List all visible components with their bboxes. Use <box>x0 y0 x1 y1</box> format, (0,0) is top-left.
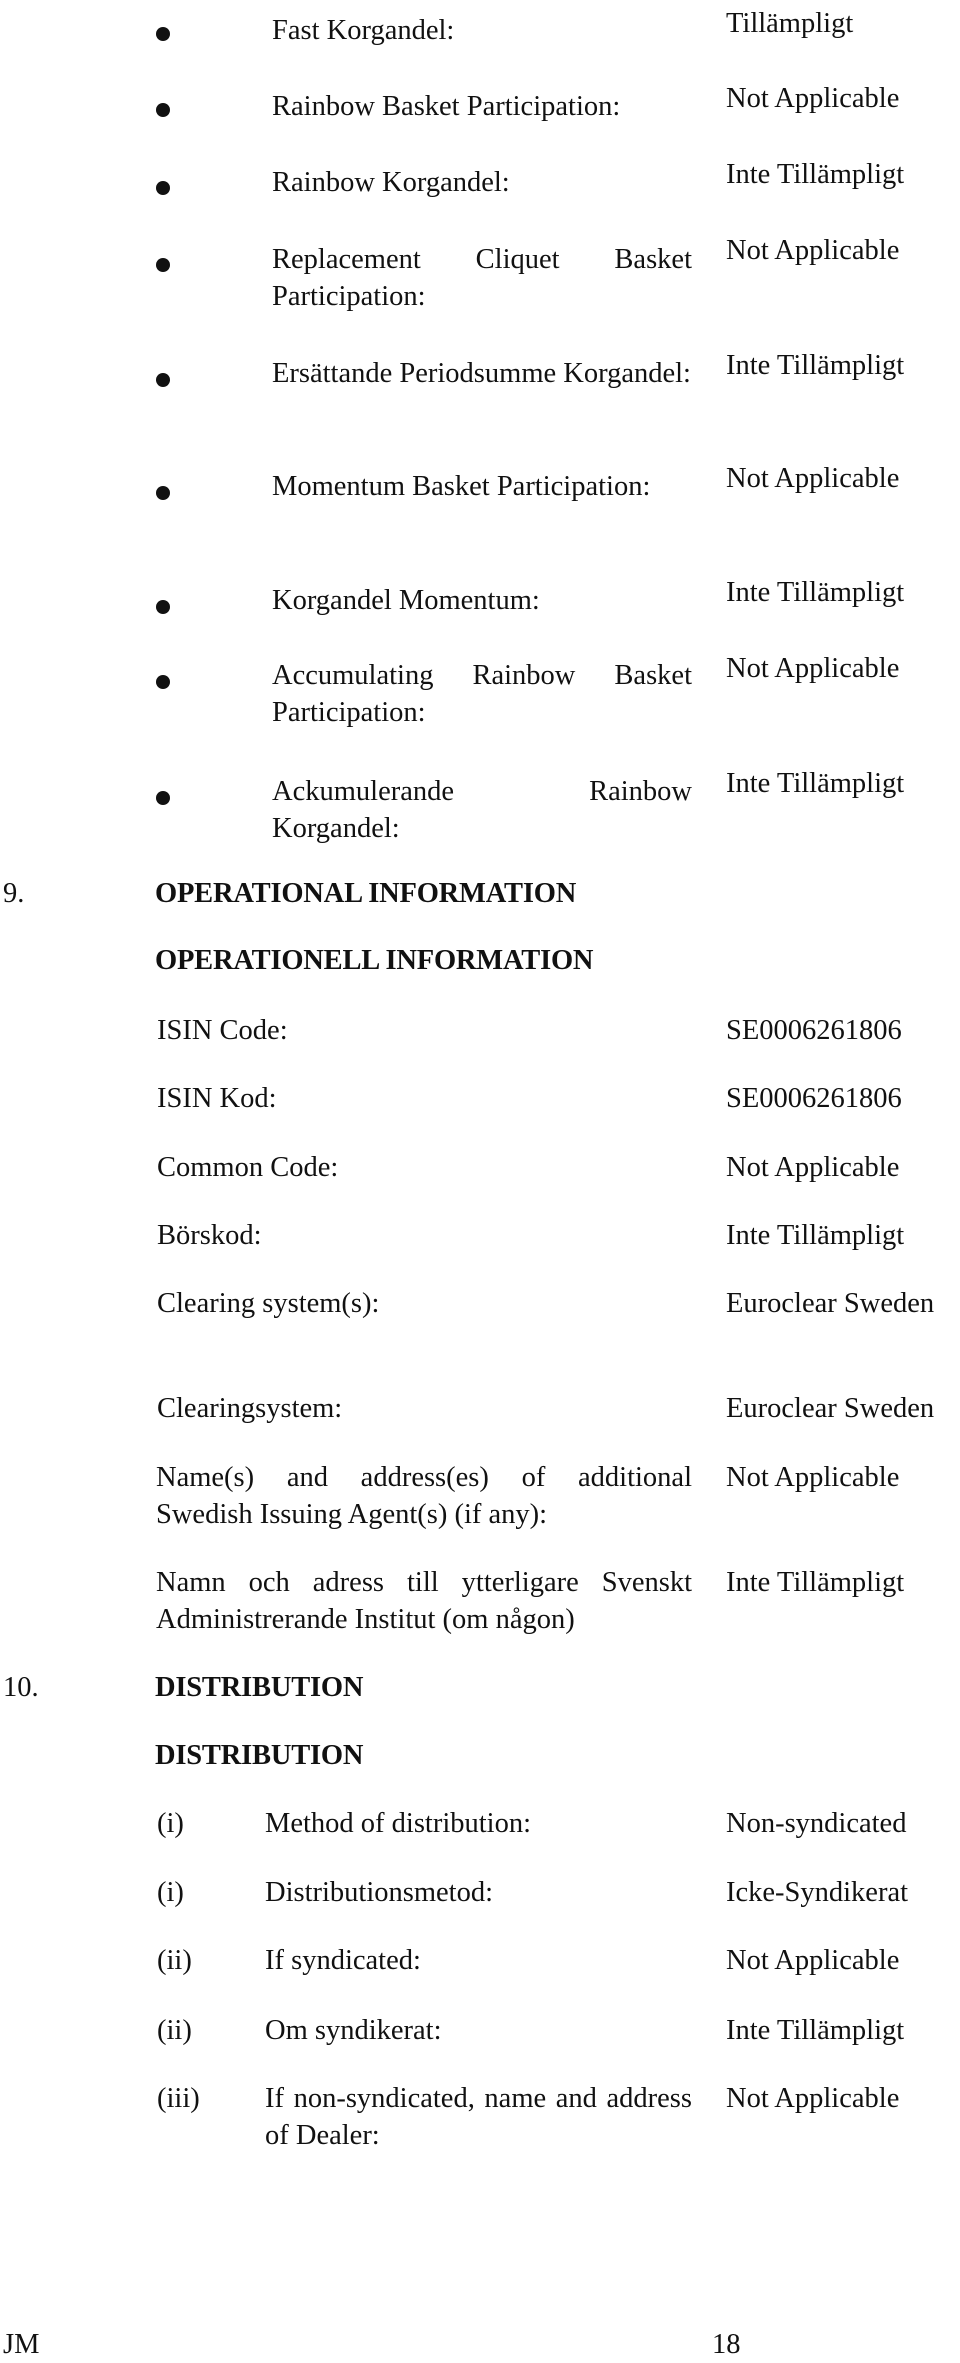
bullet-icon <box>156 791 170 805</box>
bullet-icon <box>156 27 170 41</box>
field-value: SE0006261806 <box>726 1083 902 1114</box>
field-value: Not Applicable <box>726 1152 900 1183</box>
bullet-icon <box>156 373 170 387</box>
item-marker: (ii) <box>157 2015 192 2046</box>
item-marker: (i) <box>157 1808 184 1839</box>
item-label: Ersättande Periodsumme Korgandel: <box>272 358 691 389</box>
field-value: Inte Tillämpligt <box>726 1567 905 1598</box>
field-label: Om syndikerat: <box>265 2015 442 2046</box>
field-value: Inte Tillämpligt <box>726 2015 905 2046</box>
item-label: Korgandel Momentum: <box>272 585 540 616</box>
field-value: SE0006261806 <box>726 1015 902 1046</box>
field-value: Non-syndicated <box>726 1808 907 1839</box>
bullet-icon <box>156 486 170 500</box>
item-marker: (ii) <box>157 1945 192 1976</box>
item-value: Inte Tillämpligt <box>726 768 905 799</box>
field-label: Name(s) and address(es) of additional Sw… <box>156 1462 692 1530</box>
field-label: ISIN Kod: <box>157 1083 277 1114</box>
item-value: Inte Tillämpligt <box>726 350 905 381</box>
item-label: Momentum Basket Participation: <box>272 471 651 502</box>
field-label: Börskod: <box>157 1220 262 1251</box>
item-value: Inte Tillämpligt <box>726 159 905 190</box>
bullet-icon <box>156 258 170 272</box>
section-title-swedish: DISTRIBUTION <box>155 1740 364 1771</box>
item-label: Rainbow Korgandel: <box>272 167 510 198</box>
field-label: Clearing system(s): <box>157 1288 380 1319</box>
field-value: Not Applicable <box>726 1462 900 1493</box>
bullet-icon <box>156 181 170 195</box>
field-label: If non-syndicated, name and address of D… <box>265 2083 692 2151</box>
item-value: Inte Tillämpligt <box>726 577 905 608</box>
section-number: 10. <box>3 1672 39 1703</box>
field-value: Not Applicable <box>726 2083 900 2114</box>
item-value: Not Applicable <box>726 653 900 684</box>
item-value: Not Applicable <box>726 463 900 494</box>
field-value: Euroclear Sweden <box>726 1393 935 1424</box>
item-label: Accumulating Rainbow Basket Participatio… <box>272 660 692 728</box>
field-value: Not Applicable <box>726 1945 900 1976</box>
item-marker: (i) <box>157 1877 184 1908</box>
field-label: ISIN Code: <box>157 1015 288 1046</box>
field-value: Euroclear Sweden <box>726 1288 935 1319</box>
bullet-icon <box>156 600 170 614</box>
item-label: Rainbow Basket Participation: <box>272 91 621 122</box>
item-marker: (iii) <box>157 2083 200 2114</box>
field-value: Icke-Syndikerat <box>726 1877 909 1908</box>
field-label: Common Code: <box>157 1152 339 1183</box>
item-value: Not Applicable <box>726 83 900 114</box>
item-value: Not Applicable <box>726 235 900 266</box>
page-number: 18 <box>712 2329 741 2360</box>
bullet-icon <box>156 103 170 117</box>
field-label: Distributionsmetod: <box>265 1877 493 1908</box>
item-label: Replacement Cliquet Basket Participation… <box>272 244 692 312</box>
field-label: If syndicated: <box>265 1945 421 1976</box>
item-label: Ackumulerande Rainbow Korgandel: <box>272 776 692 844</box>
field-label: Namn och adress till ytterligare Svenskt… <box>156 1567 692 1635</box>
section-number: 9. <box>3 878 25 909</box>
continuation-value: Tillämpligt <box>726 8 854 39</box>
item-label: Fast Korgandel: <box>272 15 455 46</box>
field-label: Method of distribution: <box>265 1808 531 1839</box>
field-label: Clearingsystem: <box>157 1393 343 1424</box>
field-value: Inte Tillämpligt <box>726 1220 905 1251</box>
footer-initials: JM <box>3 2329 40 2360</box>
bullet-icon <box>156 675 170 689</box>
section-title: DISTRIBUTION <box>155 1672 364 1703</box>
section-title: OPERATIONAL INFORMATION <box>155 878 577 909</box>
section-title-swedish: OPERATIONELL INFORMATION <box>155 945 594 976</box>
